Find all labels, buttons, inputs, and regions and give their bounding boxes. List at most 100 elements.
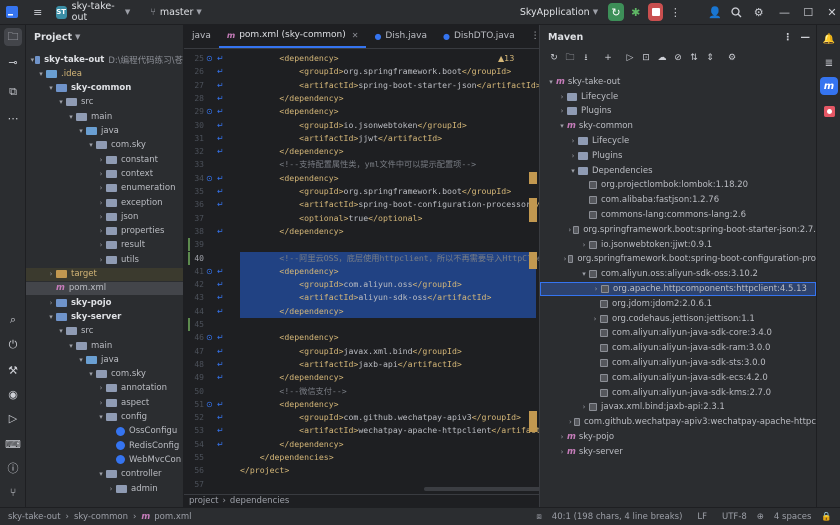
code-line[interactable]: <artifactId>jjwt</artifactId> [240,132,442,145]
tree-item[interactable]: ▾ config [26,411,183,424]
dependency-gutter-icon[interactable]: ⊙ [206,331,216,344]
code-line[interactable]: <artifactId>wechatpay-apache-httpclient<… [240,424,539,437]
tree-item[interactable]: › properties [26,225,183,238]
navigate-gutter-icon[interactable]: ↵ [217,331,227,344]
breadcrumb-item[interactable]: dependencies [230,496,289,506]
navigate-gutter-icon[interactable]: ↵ [217,92,227,105]
download-icon[interactable]: ⭳ [578,50,594,66]
status-path-item[interactable]: sky-take-out [8,512,61,522]
execute-goal-icon[interactable]: ⊡ [638,50,654,66]
settings-gear-icon[interactable]: ⚙ [751,3,767,21]
find-icon[interactable]: ⌕ [4,311,22,329]
maven-dependency-item[interactable]: › io.jsonwebtoken:jjwt:0.9.1 [540,238,816,252]
project-folder-icon[interactable]: 🗀 [4,28,22,46]
maven-module-item[interactable]: ▾ m sky-take-out [540,75,816,89]
code-line[interactable]: <dependency> [240,52,338,65]
navigate-gutter-icon[interactable]: ↵ [217,438,227,451]
code-line[interactable]: <dependency> [240,398,338,411]
tree-item[interactable]: ▾ java [26,353,183,366]
add-folder-icon[interactable]: 🗀 [562,50,578,66]
maven-dependency-item[interactable]: ▾ com.aliyun.oss:aliyun-sdk-oss:3.10.2 [540,267,816,281]
maven-dependency-item[interactable]: org.projectlombok:lombok:1.18.20 [540,179,816,193]
main-menu-icon[interactable]: ≡ [30,3,46,21]
navigate-gutter-icon[interactable]: ↵ [217,185,227,198]
tree-item[interactable]: ▾ com.sky [26,139,183,152]
navigate-gutter-icon[interactable]: ↵ [217,305,227,318]
rerun-icon[interactable]: ↻ [608,3,624,21]
run-icon[interactable]: ▷ [622,50,638,66]
maven-folder-item[interactable]: › Lifecycle [540,90,816,104]
dependency-gutter-icon[interactable]: ⊙ [206,172,216,185]
toggle-offline-icon[interactable]: ☁ [654,50,670,66]
maven-folder-item[interactable]: ▾ Dependencies [540,164,816,178]
code-line[interactable]: <artifactId>spring-boot-starter-json</ar… [240,79,539,92]
navigate-gutter-icon[interactable]: ↵ [217,358,227,371]
maven-dependency-item[interactable]: › org.springframework.boot:spring-boot-st… [540,223,816,237]
maven-dependency-item[interactable]: › org.codehaus.jettison:jettison:1.1 [540,312,816,326]
tree-item[interactable]: m pom.xml [26,281,183,295]
tree-item[interactable]: › target [26,267,183,281]
code-line[interactable]: </dependencies> [240,451,334,464]
scrollbar-warning-marker[interactable] [529,171,537,184]
tree-item[interactable]: › utils [26,253,183,266]
tree-item[interactable]: › aspect [26,396,183,409]
maven-module-item[interactable]: › m sky-pojo [540,430,816,444]
tree-item[interactable]: ▾ java [26,125,183,138]
navigate-gutter-icon[interactable]: ↵ [217,345,227,358]
navigate-gutter-icon[interactable]: ↵ [217,398,227,411]
tree-item[interactable]: ▾ .idea [26,67,183,80]
minimize-icon[interactable]: — [777,3,793,21]
search-icon[interactable] [729,3,745,21]
tree-item[interactable]: ▾ src [26,325,183,338]
tree-item[interactable]: › annotation [26,382,183,395]
project-panel-header[interactable]: Project ▼ [26,25,183,49]
caret-position[interactable]: 40:1 (198 chars, 4 line breaks) [552,512,683,522]
collapse-all-icon[interactable]: ⇕ [702,50,718,66]
code-line[interactable]: </dependency> [240,438,343,451]
problems-icon[interactable]: ⓘ [4,459,22,477]
dependency-gutter-icon[interactable]: ⊙ [206,52,216,65]
dependency-gutter-icon[interactable]: ⊙ [206,398,216,411]
code-line[interactable]: <dependency> [240,172,338,185]
code-line[interactable]: </dependency> [240,92,343,105]
tree-item[interactable]: › sky-pojo [26,296,183,309]
plugin-tool-icon[interactable] [820,102,838,120]
code-line[interactable]: </dependency> [240,371,343,384]
maven-dependency-item[interactable]: › javax.xml.bind:jaxb-api:2.3.1 [540,401,816,415]
maven-dependency-item[interactable]: › org.springframework.boot:spring-boot-co… [540,253,816,267]
run-config-selector[interactable]: SkyApplication ▼ [520,7,598,18]
code-line[interactable]: <optional>true</optional> [240,212,422,225]
breadcrumb-item[interactable]: project [189,496,219,506]
navigate-gutter-icon[interactable]: ↵ [217,265,227,278]
maven-dependency-item[interactable]: com.alibaba:fastjson:1.2.76 [540,193,816,207]
navigate-gutter-icon[interactable]: ↵ [217,411,227,424]
vcs-widget-icon[interactable]: ⧈ [536,512,541,522]
maven-dependency-item[interactable]: com.aliyun:aliyun-java-sdk-ecs:4.2.0 [540,371,816,385]
more-tools-icon[interactable]: ⋯ [4,109,22,127]
tree-item[interactable]: ▾ src [26,96,183,109]
tree-item-root[interactable]: ▾ sky-take-out D:\编程代码练习\苍 [26,53,183,66]
tree-item[interactable]: › enumeration [26,182,183,195]
code-line[interactable]: <groupId>com.aliyun.oss</groupId> [240,278,462,291]
tree-item[interactable]: WebMvcCon [26,453,183,466]
tree-item[interactable]: › admin [26,482,183,495]
navigate-gutter-icon[interactable]: ↵ [217,132,227,145]
status-path-item[interactable]: sky-common [74,512,128,522]
navigate-gutter-icon[interactable]: ↵ [217,225,227,238]
navigate-gutter-icon[interactable]: ↵ [217,79,227,92]
scrollbar-warning-marker[interactable] [529,251,537,269]
tree-item[interactable]: ▾ com.sky [26,368,183,381]
code-line[interactable]: <groupId>org.springframework.boot</group… [240,65,511,78]
debug-icon[interactable]: ✱ [628,3,644,21]
code-line[interactable]: <groupId>javax.xml.bind</groupId> [240,345,462,358]
skip-tests-icon[interactable]: ⊘ [670,50,686,66]
code-line[interactable]: <artifactId>jaxb-api</artifactId> [240,358,462,371]
close-icon[interactable]: ✕ [824,3,840,21]
code-line[interactable]: </dependency> [240,145,343,158]
code-line[interactable]: <!--微信支付--> [240,385,346,398]
tree-item[interactable]: ▾ main [26,339,183,352]
branch-switcher[interactable]: ⑂ master ▼ [150,7,202,18]
git-icon[interactable]: ⑂ [4,483,22,501]
stop-icon[interactable] [647,3,664,21]
maven-dependency-item[interactable]: com.aliyun:aliyun-java-sdk-ram:3.0.0 [540,341,816,355]
